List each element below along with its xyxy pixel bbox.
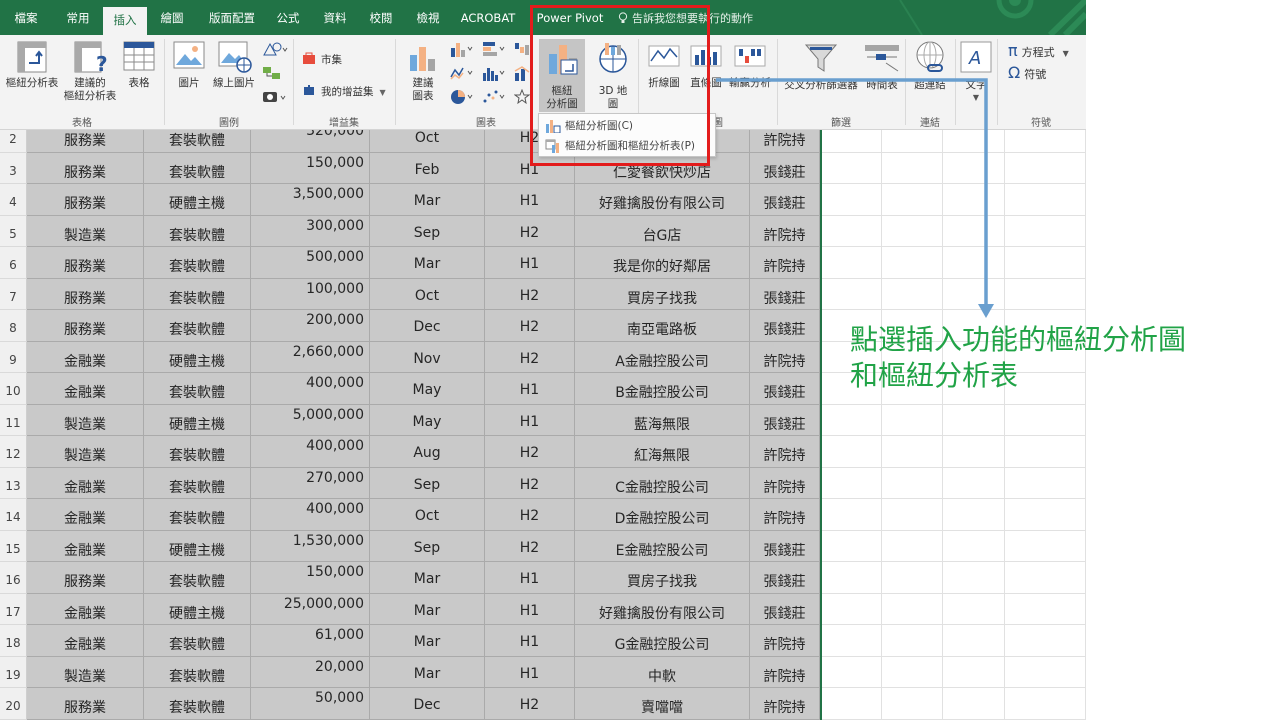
highlight-rectangle xyxy=(530,5,710,166)
annotation-text: 點選插入功能的樞紐分析圖 和樞紐分析表 xyxy=(850,322,1186,394)
slide: 檔案 常用 插入 繪圖 版面配置 公式 資料 校閱 檢視 ACROBAT Pow… xyxy=(0,0,1280,720)
annotation-line-1: 點選插入功能的樞紐分析圖 xyxy=(850,323,1187,356)
annotation-line-2: 和樞紐分析表 xyxy=(850,359,1019,392)
